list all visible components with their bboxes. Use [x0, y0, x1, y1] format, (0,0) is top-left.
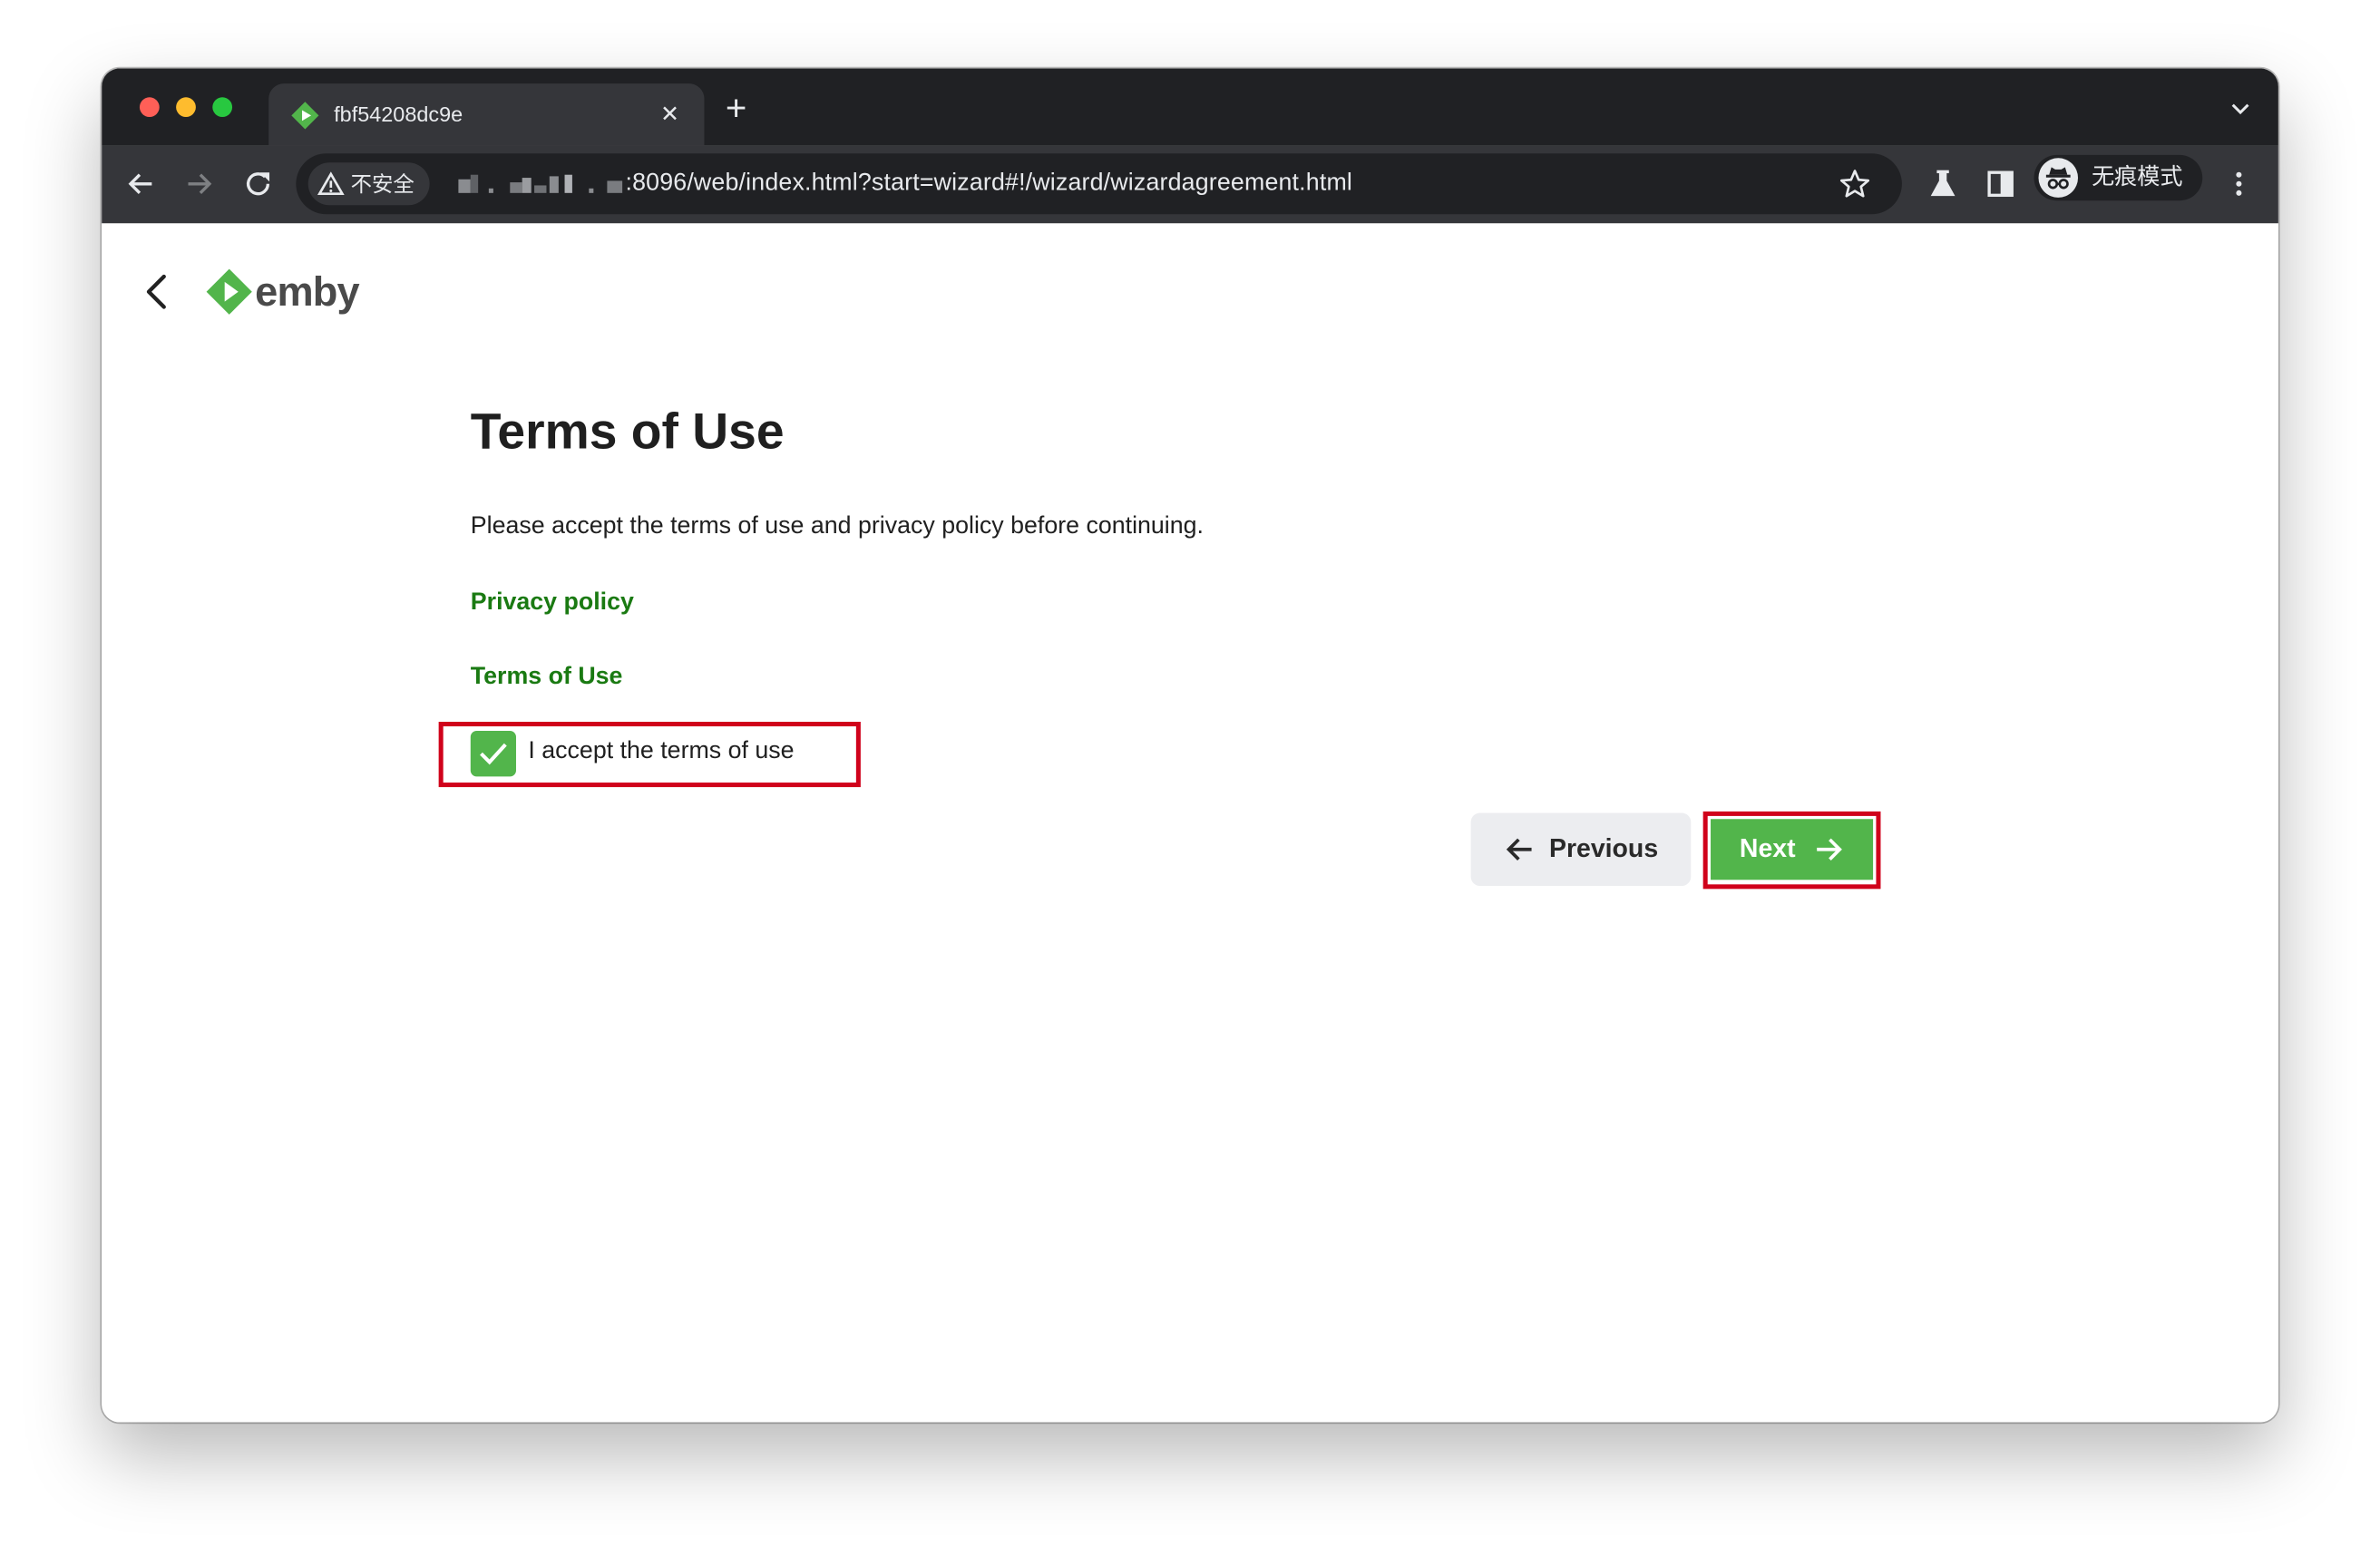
profile-label: 无痕模式	[2092, 163, 2183, 190]
chevron-down-icon[interactable]	[2229, 99, 2250, 120]
address-bar[interactable]: 不安全 :8096/web/index.html?start=wizard#!/…	[296, 153, 1902, 215]
arrow-left-icon[interactable]	[123, 166, 160, 202]
star-icon[interactable]	[1839, 167, 1872, 200]
browser-tab[interactable]: fbf54208dc9e ✕	[268, 83, 705, 146]
security-label: 不安全	[350, 171, 415, 197]
tab-strip: fbf54208dc9e ✕ +	[102, 68, 2278, 146]
next-button-label: Next	[1739, 834, 1796, 863]
tab-title: fbf54208dc9e	[334, 102, 463, 127]
privacy-policy-link[interactable]: Privacy policy	[471, 588, 634, 619]
close-window-button[interactable]	[139, 97, 160, 118]
incognito-icon	[2038, 158, 2079, 198]
arrow-left-icon	[1506, 838, 1531, 861]
kebab-menu-icon[interactable]	[2220, 166, 2257, 202]
chevron-left-icon[interactable]	[141, 272, 175, 312]
emby-logo-icon	[291, 102, 319, 130]
plus-icon[interactable]: +	[726, 91, 746, 128]
previous-button-label: Previous	[1548, 834, 1659, 863]
previous-button[interactable]: Previous	[1470, 812, 1692, 886]
warning-icon	[317, 171, 345, 196]
incognito-profile-button[interactable]: 无痕模式	[2034, 154, 2203, 201]
page-content: emby Terms of Use Please accept the term…	[102, 223, 2278, 1423]
close-icon[interactable]: ✕	[660, 102, 679, 129]
reload-icon[interactable]	[239, 166, 276, 202]
security-chip[interactable]: 不安全	[307, 162, 430, 206]
url-text: :8096/web/index.html?start=wizard#!/wiza…	[625, 170, 1353, 197]
emby-logo-icon	[206, 268, 252, 315]
page-title: Terms of Use	[470, 403, 785, 460]
browser-toolbar: 不安全 :8096/web/index.html?start=wizard#!/…	[102, 145, 2278, 224]
terms-of-use-link[interactable]: Terms of Use	[471, 663, 623, 694]
minimize-window-button[interactable]	[176, 97, 196, 118]
arrow-right-icon[interactable]	[180, 166, 217, 202]
arrow-right-icon	[1817, 838, 1842, 861]
brand-name: emby	[255, 268, 360, 315]
zoom-window-button[interactable]	[212, 97, 233, 118]
browser-window: fbf54208dc9e ✕ + 不安全:8096/web/index.htm…	[102, 68, 2278, 1423]
side-panel-icon[interactable]	[1983, 166, 2019, 202]
checkmark-icon	[480, 743, 507, 765]
next-button[interactable]: Next	[1711, 819, 1874, 880]
redacted-host	[458, 174, 623, 193]
accept-terms-checkbox[interactable]	[470, 731, 516, 777]
accept-terms-label[interactable]: I accept the terms of use	[528, 737, 794, 768]
flask-icon[interactable]	[1925, 166, 1961, 202]
screenshot-stage: fbf54208dc9e ✕ + 不安全:8096/web/index.htm…	[0, 0, 2380, 1556]
intro-text: Please accept the terms of use and priva…	[470, 513, 1204, 540]
